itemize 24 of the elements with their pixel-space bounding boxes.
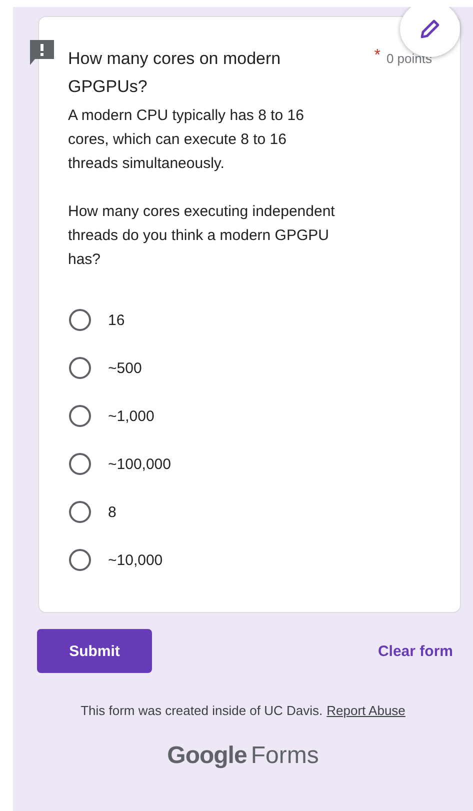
option-label: ~10,000 (108, 552, 163, 568)
pencil-icon (418, 17, 442, 41)
required-asterisk: * (374, 47, 380, 65)
report-abuse-link[interactable]: Report Abuse (326, 703, 406, 718)
clear-form-button[interactable]: Clear form (378, 642, 453, 660)
radio-button[interactable] (69, 309, 91, 331)
footer-text: This form was created inside of UC Davis. (80, 703, 323, 718)
question-description: A modern CPU typically has 8 to 16 cores, which can execute 8 to 16 threads simultaneously. (68, 106, 305, 174)
radio-button[interactable] (69, 549, 91, 571)
question-title: How many cores on modern GPGPUs? (68, 48, 282, 98)
option-label: ~1,000 (108, 408, 154, 424)
radio-button[interactable] (69, 501, 91, 523)
points-label: 0 points (386, 50, 432, 66)
radio-button[interactable] (69, 453, 91, 475)
option-label: 16 (108, 312, 125, 328)
option-label: ~100,000 (108, 456, 171, 472)
option-label: ~500 (108, 360, 142, 376)
submit-button[interactable]: Submit (37, 629, 152, 673)
brand-name: Forms (250, 742, 319, 769)
option-label: 8 (108, 504, 116, 520)
radio-button[interactable] (69, 357, 91, 379)
question-description: How many cores executing independent threads do you think a modern GPGPU has? (68, 202, 336, 270)
radio-button[interactable] (69, 405, 91, 427)
brand-logo: Google (167, 742, 247, 769)
